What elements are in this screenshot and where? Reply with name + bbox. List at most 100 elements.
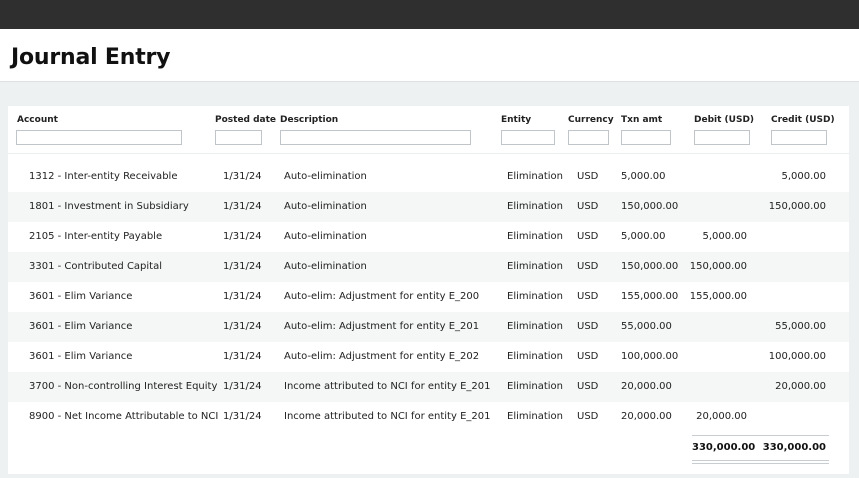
column-header-txn-amt[interactable]: Txn amt bbox=[621, 115, 662, 125]
posted-date-cell: 1/31/24 bbox=[223, 171, 262, 182]
currency-cell: USD bbox=[577, 321, 599, 332]
debit-cell: 5,000.00 bbox=[702, 231, 747, 242]
txn-amt-cell: 155,000.00 bbox=[621, 291, 679, 302]
credit-cell: 5,000.00 bbox=[781, 171, 826, 182]
txn-amt-cell: 5,000.00 bbox=[621, 171, 666, 182]
currency-cell: USD bbox=[577, 291, 599, 302]
debit-cell: 155,000.00 bbox=[689, 291, 747, 302]
posted-date-cell: 1/31/24 bbox=[223, 231, 262, 242]
txn-amt-cell: 5,000.00 bbox=[621, 231, 666, 242]
credit-cell: 150,000.00 bbox=[768, 201, 826, 212]
description-cell: Auto-elimination bbox=[284, 261, 367, 272]
entity-cell: Elimination bbox=[507, 381, 564, 392]
column-header-account[interactable]: Account bbox=[17, 115, 58, 125]
table-row[interactable]: 2105 - Inter-entity Payable 1/31/24 Auto-e… bbox=[8, 222, 849, 252]
txn-amt-cell: 100,000.00 bbox=[621, 351, 679, 362]
entity-cell: Elimination bbox=[507, 261, 564, 272]
credit-cell bbox=[756, 402, 826, 432]
account-cell: 8900 - Net Income Attributable to NCI bbox=[29, 411, 219, 422]
currency-cell: USD bbox=[577, 171, 599, 182]
entity-cell: Elimination bbox=[507, 351, 564, 362]
table-row[interactable]: 3601 - Elim Variance 1/31/24 Auto-elim: Ad… bbox=[8, 312, 849, 342]
debit-cell: 20,000.00 bbox=[696, 411, 747, 422]
posted-date-cell: 1/31/24 bbox=[223, 321, 262, 332]
debit-cell bbox=[682, 192, 747, 222]
credit-filter-input[interactable] bbox=[771, 130, 827, 145]
credit-cell bbox=[756, 222, 826, 252]
page-title: Journal Entry bbox=[11, 45, 171, 70]
posted-date-filter-input[interactable] bbox=[215, 130, 262, 145]
entity-cell: Elimination bbox=[507, 321, 564, 332]
currency-cell: USD bbox=[577, 201, 599, 212]
credit-cell: 100,000.00 bbox=[768, 351, 826, 362]
table-row[interactable]: 3601 - Elim Variance 1/31/24 Auto-elim: Ad… bbox=[8, 282, 849, 312]
description-cell: Auto-elimination bbox=[284, 171, 367, 182]
account-filter-input[interactable] bbox=[16, 130, 182, 145]
description-cell: Income attributed to NCI for entity E_20… bbox=[284, 381, 491, 392]
currency-cell: USD bbox=[577, 351, 599, 362]
totals-double-rule-2 bbox=[692, 463, 829, 464]
txn-amt-cell: 150,000.00 bbox=[621, 201, 679, 212]
debit-cell: 150,000.00 bbox=[689, 261, 747, 272]
header-divider bbox=[8, 153, 849, 154]
posted-date-cell: 1/31/24 bbox=[223, 411, 262, 422]
credit-cell bbox=[756, 282, 826, 312]
entity-filter-input[interactable] bbox=[501, 130, 555, 145]
top-bar bbox=[0, 0, 859, 29]
table-row[interactable]: 8900 - Net Income Attributable to NCI 1/3… bbox=[8, 402, 849, 432]
account-cell: 3601 - Elim Variance bbox=[29, 291, 133, 302]
journal-entry-table: Account Posted date Description Entity C… bbox=[8, 106, 849, 474]
entity-cell: Elimination bbox=[507, 201, 564, 212]
account-cell: 3601 - Elim Variance bbox=[29, 351, 133, 362]
description-filter-input[interactable] bbox=[280, 130, 471, 145]
debit-cell bbox=[682, 162, 747, 192]
column-header-debit[interactable]: Debit (USD) bbox=[694, 115, 754, 125]
entity-cell: Elimination bbox=[507, 411, 564, 422]
totals-double-rule-1 bbox=[692, 460, 829, 461]
txn-amt-cell: 20,000.00 bbox=[621, 381, 672, 392]
txn-amt-cell: 150,000.00 bbox=[621, 261, 679, 272]
page-header: Journal Entry bbox=[0, 29, 859, 82]
posted-date-cell: 1/31/24 bbox=[223, 381, 262, 392]
description-cell: Auto-elim: Adjustment for entity E_202 bbox=[284, 351, 480, 362]
table-row[interactable]: 3601 - Elim Variance 1/31/24 Auto-elim: Ad… bbox=[8, 342, 849, 372]
column-header-description[interactable]: Description bbox=[280, 115, 338, 125]
column-header-posted-date[interactable]: Posted date bbox=[215, 115, 276, 125]
table-row[interactable]: 1312 - Inter-entity Receivable 1/31/24 Aut… bbox=[8, 162, 849, 192]
description-cell: Auto-elimination bbox=[284, 231, 367, 242]
debit-cell bbox=[682, 372, 747, 402]
credit-cell bbox=[756, 252, 826, 282]
entity-cell: Elimination bbox=[507, 231, 564, 242]
posted-date-cell: 1/31/24 bbox=[223, 351, 262, 362]
account-cell: 1801 - Investment in Subsidiary bbox=[29, 201, 189, 212]
table-row[interactable]: 3700 - Non-controlling Interest Equity 1/… bbox=[8, 372, 849, 402]
posted-date-cell: 1/31/24 bbox=[223, 201, 262, 212]
txn-amt-cell: 55,000.00 bbox=[621, 321, 672, 332]
table-row[interactable]: 3301 - Contributed Capital 1/31/24 Auto-el… bbox=[8, 252, 849, 282]
debit-cell bbox=[682, 342, 747, 372]
total-credit: 330,000.00 bbox=[762, 442, 826, 453]
credit-cell: 20,000.00 bbox=[775, 381, 826, 392]
posted-date-cell: 1/31/24 bbox=[223, 261, 262, 272]
account-cell: 3700 - Non-controlling Interest Equity bbox=[29, 381, 218, 392]
table-row[interactable]: 1801 - Investment in Subsidiary 1/31/24 Au… bbox=[8, 192, 849, 222]
txn-amt-filter-input[interactable] bbox=[621, 130, 671, 145]
description-cell: Auto-elimination bbox=[284, 201, 367, 212]
column-header-entity[interactable]: Entity bbox=[501, 115, 531, 125]
currency-cell: USD bbox=[577, 231, 599, 242]
entity-cell: Elimination bbox=[507, 171, 564, 182]
txn-amt-cell: 20,000.00 bbox=[621, 411, 672, 422]
debit-filter-input[interactable] bbox=[694, 130, 750, 145]
currency-cell: USD bbox=[577, 381, 599, 392]
column-header-currency[interactable]: Currency bbox=[568, 115, 614, 125]
total-debit: 330,000.00 bbox=[692, 442, 756, 453]
description-cell: Income attributed to NCI for entity E_20… bbox=[284, 411, 491, 422]
description-cell: Auto-elim: Adjustment for entity E_200 bbox=[284, 291, 480, 302]
currency-filter-input[interactable] bbox=[568, 130, 609, 145]
entity-cell: Elimination bbox=[507, 291, 564, 302]
account-cell: 2105 - Inter-entity Payable bbox=[29, 231, 163, 242]
column-header-credit[interactable]: Credit (USD) bbox=[771, 115, 835, 125]
description-cell: Auto-elim: Adjustment for entity E_201 bbox=[284, 321, 480, 332]
account-cell: 1312 - Inter-entity Receivable bbox=[29, 171, 178, 182]
currency-cell: USD bbox=[577, 411, 599, 422]
